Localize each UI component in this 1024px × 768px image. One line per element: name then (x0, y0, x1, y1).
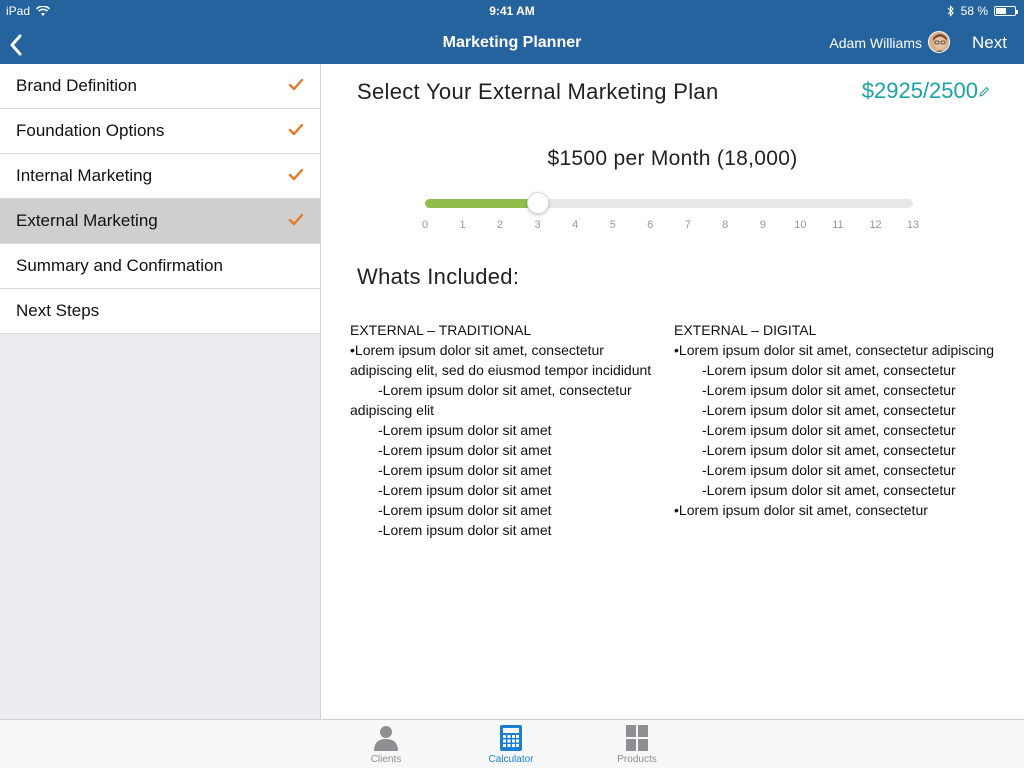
person-icon (374, 726, 398, 751)
sidebar-item-brand-definition[interactable]: Brand Definition (0, 64, 320, 109)
traditional-sub-item: -Lorem ipsum dolor sit amet (378, 502, 552, 518)
digital-bullet: •Lorem ipsum dolor sit amet, consectetur… (674, 342, 995, 358)
slider-tick-label: 1 (459, 219, 466, 231)
digital-sub-item: -Lorem ipsum dolor sit amet, consectetur (702, 362, 956, 378)
avatar[interactable] (928, 31, 950, 53)
digital-sub-item: -Lorem ipsum dolor sit amet, consectetur (702, 462, 956, 478)
traditional-sub-item-continued: adipiscing elit (350, 402, 435, 418)
traditional-sub-item: -Lorem ipsum dolor sit amet (378, 462, 552, 478)
slider-tick-label: 3 (534, 219, 541, 231)
digital-heading: EXTERNAL – DIGITAL (674, 322, 817, 338)
slider-tick-label: 13 (906, 219, 920, 231)
budget-total[interactable]: $2925/2500 (862, 78, 978, 104)
slider-tick-label: 10 (794, 219, 807, 231)
tab-clients[interactable]: Clients (346, 724, 426, 765)
sidebar-item-label: Foundation Options (16, 121, 165, 140)
sidebar-item-external-marketing[interactable]: External Marketing (0, 199, 320, 244)
slider-tick-label: 4 (572, 219, 579, 231)
nav-bar: Marketing Planner Adam Williams Next (0, 22, 1024, 64)
tab-bar: Clients Calculator Products (0, 719, 1024, 768)
traditional-sub-item: -Lorem ipsum dolor sit amet, consectetur (378, 382, 632, 398)
user-name[interactable]: Adam Williams (829, 35, 922, 51)
calculator-icon (500, 725, 522, 751)
slider-tick-label: 2 (497, 219, 504, 231)
sidebar-item-next-steps[interactable]: Next Steps (0, 289, 320, 334)
sidebar-item-internal-marketing[interactable]: Internal Marketing (0, 154, 320, 199)
sidebar-item-foundation-options[interactable]: Foundation Options (0, 109, 320, 154)
sidebar-item-label: Brand Definition (16, 76, 137, 95)
tab-products[interactable]: Products (597, 724, 677, 765)
included-title: Whats Included: (357, 264, 520, 289)
tab-calculator[interactable]: Calculator (471, 724, 551, 765)
status-bar: iPad 9:41 AM 58 % (0, 0, 1024, 22)
checkmark-icon (288, 78, 304, 91)
slider-tick-label: 5 (609, 219, 616, 231)
checkmark-icon (288, 213, 304, 226)
tab-label: Clients (370, 754, 402, 765)
plan-slider[interactable] (425, 192, 913, 214)
traditional-sub-item: -Lorem ipsum dolor sit amet (378, 482, 552, 498)
status-time: 9:41 AM (489, 4, 535, 18)
main-panel: Select Your External Marketing Plan $292… (321, 64, 1024, 720)
bluetooth-icon (947, 5, 954, 17)
traditional-sub-item: -Lorem ipsum dolor sit amet (378, 422, 552, 438)
checkmark-icon (288, 168, 304, 181)
battery-icon (994, 6, 1018, 16)
traditional-heading: EXTERNAL – TRADITIONAL (350, 322, 532, 338)
traditional-sub-item: -Lorem ipsum dolor sit amet (378, 442, 552, 458)
slider-ticks: 0 1 2 3 4 5 6 7 8 9 10 11 12 13 (421, 219, 919, 235)
traditional-column: EXTERNAL – TRADITIONAL •Lorem ipsum dolo… (350, 320, 666, 540)
sidebar: Brand Definition Foundation Options Inte… (0, 64, 321, 720)
digital-bullet: •Lorem ipsum dolor sit amet, consectetur (674, 502, 928, 518)
next-button[interactable]: Next (972, 33, 1007, 53)
slider-tick-label: 11 (832, 219, 844, 231)
sidebar-item-label: Summary and Confirmation (16, 256, 223, 275)
sidebar-item-label: Next Steps (16, 301, 100, 320)
battery-percent: 58 % (960, 4, 988, 18)
digital-sub-item: -Lorem ipsum dolor sit amet, consectetur (702, 442, 956, 458)
price-label: $1500 per Month (18,000) (547, 147, 798, 170)
grid-icon (626, 725, 648, 751)
digital-sub-item: -Lorem ipsum dolor sit amet, consectetur (702, 402, 956, 418)
slider-tick-label: 0 (421, 219, 429, 231)
checkmark-icon (288, 123, 304, 136)
slider-tick-label: 9 (759, 219, 766, 231)
tab-label: Calculator (488, 754, 534, 765)
pencil-icon[interactable] (978, 86, 990, 98)
slider-tick-label: 12 (869, 219, 882, 231)
digital-sub-item: -Lorem ipsum dolor sit amet, consectetur (702, 382, 956, 398)
digital-column: EXTERNAL – DIGITAL •Lorem ipsum dolor si… (674, 320, 1000, 520)
digital-sub-item: -Lorem ipsum dolor sit amet, consectetur (702, 482, 956, 498)
slider-tick-label: 6 (647, 219, 654, 231)
slider-tick-label: 7 (684, 219, 691, 231)
slider-tick-label: 8 (722, 219, 729, 231)
tab-label: Products (617, 754, 657, 765)
traditional-sub-item: -Lorem ipsum dolor sit amet (378, 522, 552, 538)
sidebar-item-label: Internal Marketing (16, 166, 153, 185)
sidebar-item-label: External Marketing (16, 211, 158, 230)
slider-thumb[interactable] (526, 192, 549, 214)
traditional-bullet: •Lorem ipsum dolor sit amet, consectetur… (350, 342, 652, 378)
page-title: Select Your External Marketing Plan (357, 79, 719, 104)
sidebar-item-summary-and-confirmation[interactable]: Summary and Confirmation (0, 244, 320, 289)
slider-fill (425, 199, 538, 208)
digital-sub-item: -Lorem ipsum dolor sit amet, consectetur (702, 422, 956, 438)
status-right: 58 % (947, 4, 1018, 18)
